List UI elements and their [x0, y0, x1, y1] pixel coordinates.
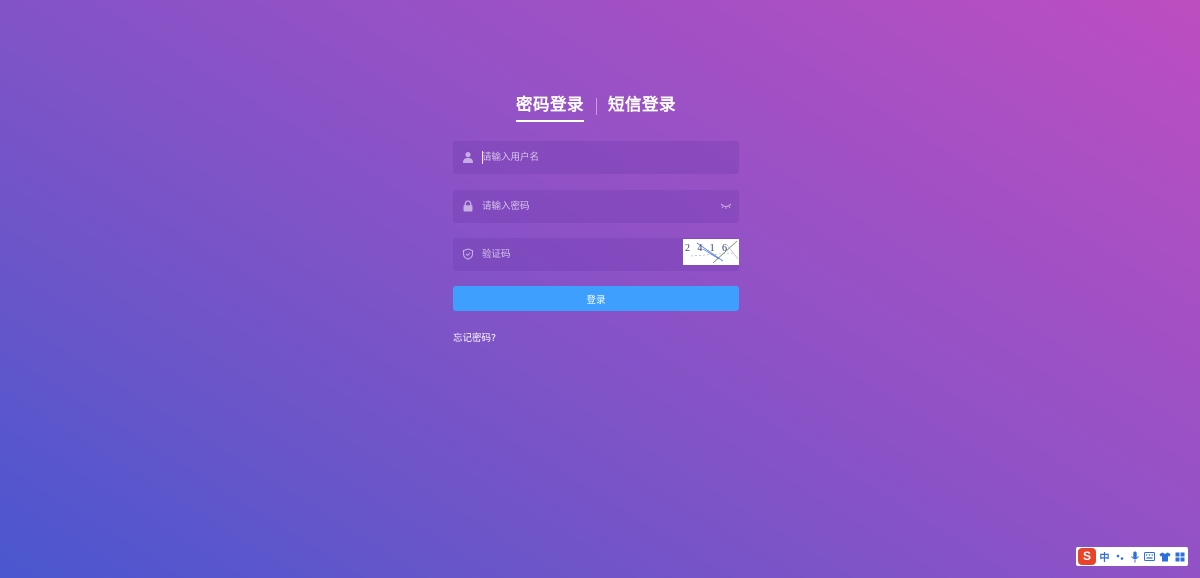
- toolbox-icon[interactable]: [1173, 549, 1186, 564]
- captcha-image[interactable]: 2 4 1 6: [683, 239, 739, 265]
- skin-icon[interactable]: [1158, 549, 1171, 564]
- tab-password-login[interactable]: 密码登录: [516, 92, 584, 122]
- ime-mode-toggle[interactable]: 中: [1098, 549, 1111, 564]
- login-panel: 密码登录 短信登录 请输入用户名 验证码 2 4 1 6 登录 忘记密码?: [453, 92, 739, 344]
- username-input[interactable]: [482, 141, 702, 174]
- microphone-icon[interactable]: [1128, 549, 1141, 564]
- tab-sms-login[interactable]: 短信登录: [608, 92, 676, 120]
- user-icon: [463, 152, 473, 163]
- password-field: [453, 190, 739, 223]
- tab-separator: [596, 98, 597, 115]
- captcha-input[interactable]: [482, 238, 702, 271]
- ime-toolbar: S 中: [1076, 547, 1188, 566]
- forgot-password-link[interactable]: 忘记密码?: [453, 330, 496, 344]
- shield-icon: [462, 248, 474, 260]
- eye-closed-icon[interactable]: [720, 202, 732, 210]
- lock-icon: [463, 200, 473, 212]
- punctuation-icon[interactable]: [1113, 549, 1126, 564]
- text-cursor: [482, 151, 483, 164]
- username-field: [453, 141, 739, 174]
- password-input[interactable]: [482, 190, 702, 223]
- login-tabs: 密码登录 短信登录: [453, 92, 739, 128]
- login-button[interactable]: 登录: [453, 286, 739, 311]
- captcha-field: 2 4 1 6: [453, 238, 739, 271]
- keyboard-icon[interactable]: [1143, 549, 1156, 564]
- ime-logo-icon[interactable]: S: [1078, 548, 1096, 565]
